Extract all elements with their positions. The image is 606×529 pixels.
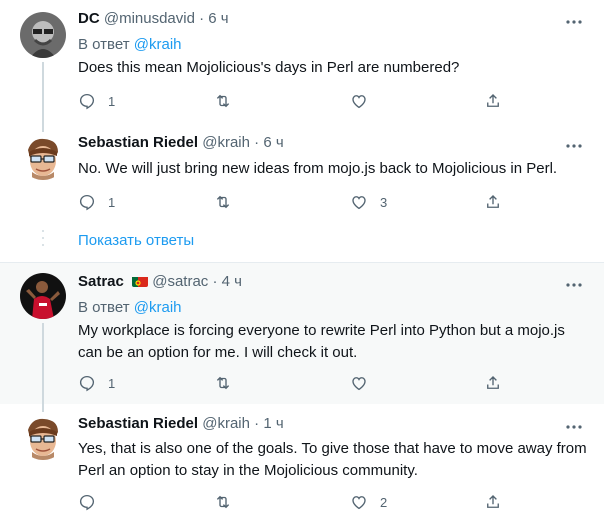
show-replies-link[interactable]: Показать ответы xyxy=(78,231,194,251)
user-name[interactable]: Sebastian Riedel xyxy=(78,134,198,151)
retweet-button[interactable] xyxy=(214,193,232,211)
tweet-header: DC @minusdavid · 6 ч xyxy=(78,9,229,29)
reply-button[interactable]: 1 xyxy=(78,92,115,110)
retweet-button[interactable] xyxy=(214,92,232,110)
retweet-icon xyxy=(216,94,230,108)
like-count: 2 xyxy=(380,494,388,510)
heart-icon xyxy=(352,496,366,510)
retweet-button[interactable] xyxy=(214,493,232,511)
reply-to-line: В ответ @kraih xyxy=(78,298,182,318)
like-count: 3 xyxy=(380,194,388,210)
timestamp[interactable]: 1 ч xyxy=(263,415,283,432)
tweet-text-line: My workplace is forcing everyone to rewr… xyxy=(78,322,565,339)
share-button[interactable] xyxy=(484,493,502,511)
thread-line xyxy=(42,62,44,122)
reply-button[interactable] xyxy=(78,493,108,511)
more-icon[interactable] xyxy=(565,15,583,29)
more-icon[interactable] xyxy=(565,278,583,292)
reply-count: 1 xyxy=(108,375,116,391)
avatar-sebastian-image xyxy=(20,414,66,460)
like-button[interactable]: 3 xyxy=(350,193,387,211)
retweet-button[interactable] xyxy=(214,374,232,392)
share-icon xyxy=(487,195,499,208)
reply-count: 1 xyxy=(108,93,116,109)
avatar-dc-image xyxy=(20,12,66,58)
thread-line xyxy=(42,323,44,404)
more-icon[interactable] xyxy=(565,139,583,153)
retweet-icon xyxy=(216,495,230,509)
thread-ellipsis xyxy=(41,230,45,252)
tweet-text-line: Perl an option to stay in the Mojoliciou… xyxy=(78,462,418,479)
heart-icon xyxy=(352,377,366,391)
retweet-icon xyxy=(216,195,230,209)
tweet-sebastian-1[interactable]: Sebastian Riedel @kraih · 6 ч No. We wil… xyxy=(0,122,604,220)
share-icon xyxy=(487,94,499,107)
tweet-text-line: can be an option for me. I will check it… xyxy=(78,344,358,361)
separator: · xyxy=(199,10,205,27)
timestamp[interactable]: 4 ч xyxy=(222,273,242,290)
reply-icon xyxy=(79,375,95,392)
reply-button[interactable]: 1 xyxy=(78,193,115,211)
avatar-satrac-image xyxy=(20,273,66,319)
reply-to-label: В ответ xyxy=(78,36,130,53)
like-button[interactable]: 2 xyxy=(350,493,387,511)
tweet-sebastian-2[interactable]: Sebastian Riedel @kraih · 1 ч Yes, that … xyxy=(0,404,604,529)
heart-icon xyxy=(352,196,366,210)
reply-to-mention[interactable]: @kraih xyxy=(134,36,182,53)
avatar[interactable] xyxy=(20,273,66,319)
timestamp[interactable]: 6 ч xyxy=(263,134,283,151)
heart-icon xyxy=(352,95,366,109)
share-button[interactable] xyxy=(484,92,502,110)
separator: · xyxy=(254,415,260,432)
tweet-header: Sebastian Riedel @kraih · 1 ч xyxy=(78,414,284,434)
share-button[interactable] xyxy=(484,193,502,211)
portugal-flag-icon xyxy=(132,275,149,287)
share-icon xyxy=(487,495,499,508)
avatar-sebastian-image xyxy=(20,134,66,180)
tweet-text-line: Yes, that is also one of the goals. To g… xyxy=(78,440,587,457)
reply-icon xyxy=(79,93,95,110)
avatar[interactable] xyxy=(20,12,66,58)
tweet-text: Yes, that is also one of the goals. To g… xyxy=(78,438,588,482)
user-handle[interactable]: @kraih xyxy=(202,134,250,151)
reply-button[interactable]: 1 xyxy=(78,374,115,392)
reply-to-label: В ответ xyxy=(78,299,130,316)
tweet-satrac[interactable]: Satrac @satrac · 4 ч В ответ @kraih My w… xyxy=(0,263,604,404)
user-name[interactable]: DC xyxy=(78,10,100,27)
tweet-text: Does this mean Mojolicious's days in Per… xyxy=(78,59,460,76)
tweet-header: Satrac @satrac · 4 ч xyxy=(78,272,242,292)
like-button[interactable] xyxy=(350,92,380,110)
thread-line xyxy=(42,122,44,132)
separator: · xyxy=(254,134,260,151)
reply-icon xyxy=(79,494,95,511)
share-button[interactable] xyxy=(484,374,502,392)
user-handle[interactable]: @minusdavid xyxy=(104,10,195,27)
like-button[interactable] xyxy=(350,374,380,392)
more-icon[interactable] xyxy=(565,420,583,434)
avatar[interactable] xyxy=(20,414,66,460)
reply-to-line: В ответ @kraih xyxy=(78,35,182,55)
avatar[interactable] xyxy=(20,134,66,180)
user-name[interactable]: Satrac xyxy=(78,273,124,290)
reply-icon xyxy=(79,194,95,211)
reply-count: 1 xyxy=(108,194,116,210)
tweet-dc[interactable]: DC @minusdavid · 6 ч В ответ @kraih Does… xyxy=(0,0,604,122)
separator: · xyxy=(212,273,218,290)
user-handle[interactable]: @kraih xyxy=(202,415,250,432)
thread-line xyxy=(42,404,44,412)
reply-to-mention[interactable]: @kraih xyxy=(134,299,182,316)
user-handle[interactable]: @satrac xyxy=(152,273,208,290)
tweet-header: Sebastian Riedel @kraih · 6 ч xyxy=(78,133,284,153)
tweet-text: My workplace is forcing everyone to rewr… xyxy=(78,320,588,364)
timestamp[interactable]: 6 ч xyxy=(208,10,228,27)
retweet-icon xyxy=(216,376,230,390)
share-icon xyxy=(487,376,499,389)
tweet-text: No. We will just bring new ideas from mo… xyxy=(78,160,558,177)
user-name[interactable]: Sebastian Riedel xyxy=(78,415,198,432)
